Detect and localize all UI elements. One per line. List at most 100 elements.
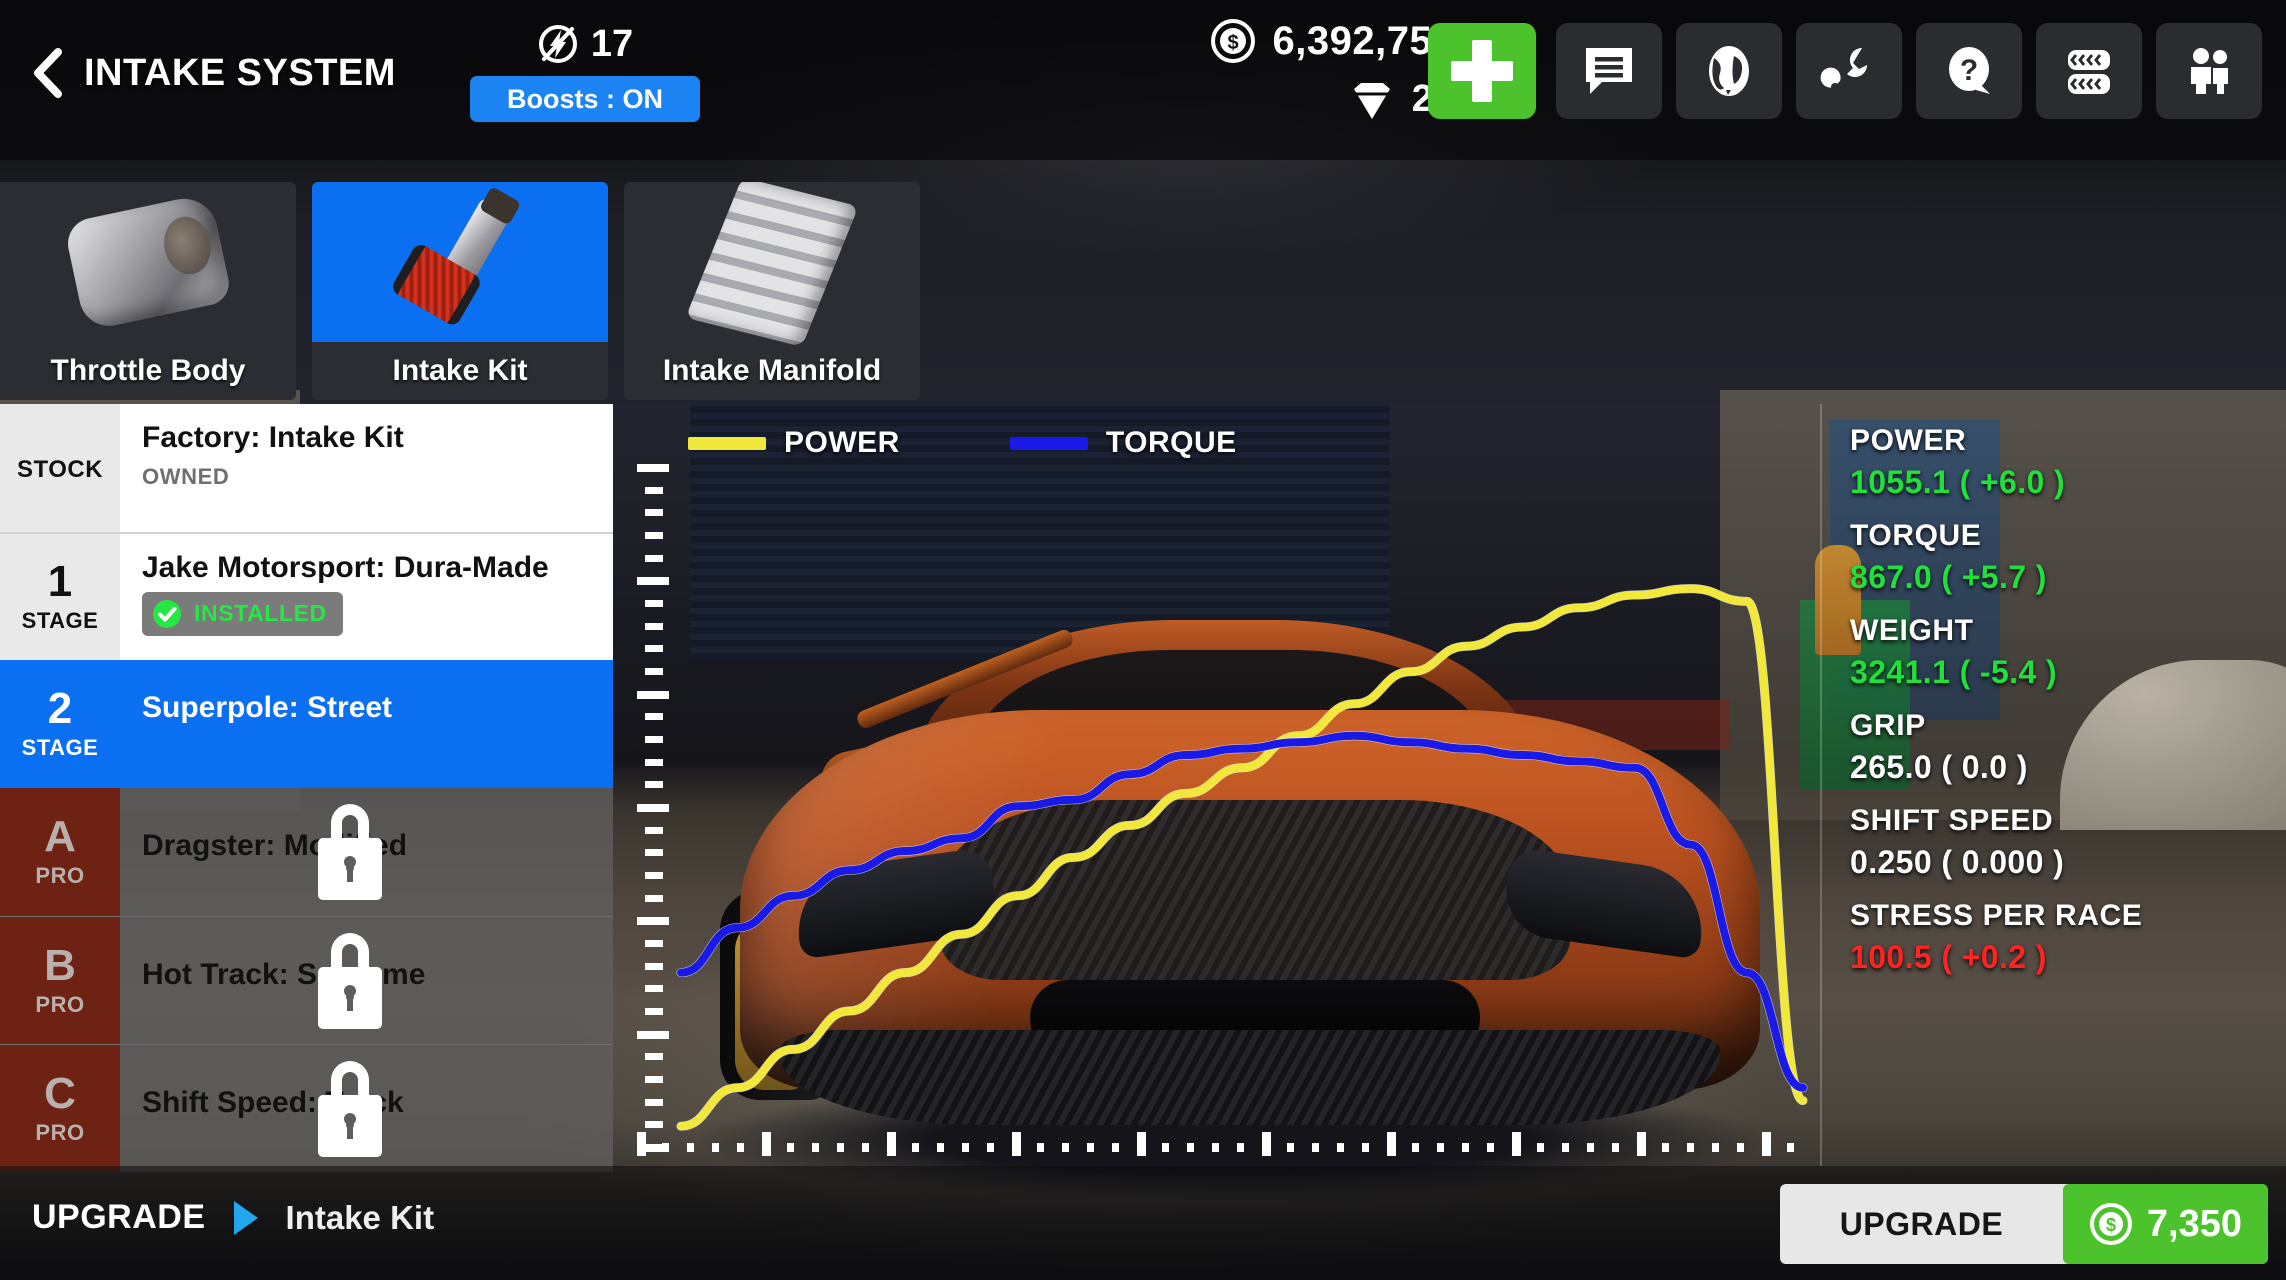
part-category-tabs: Throttle Body Intake Kit Intake Manifold [0,182,920,400]
row-info: Superpole: Street [120,660,613,788]
row-stage-tag: C PRO [0,1045,120,1172]
lock-icon [318,804,382,900]
row-stage-number: A [44,812,76,861]
cash-row: $ 6,392,753 [1095,12,1455,70]
throttle-body-icon [63,192,233,332]
intake-manifold-icon [685,182,859,347]
part-thumb [0,182,296,342]
row-stage-number: 1 [47,557,73,606]
lock-icon [318,1061,382,1157]
list-item[interactable]: 1 STAGE Jake Motorsport: Dura-Made INSTA… [0,532,613,660]
garage-button[interactable] [1796,23,1902,119]
status-badge: INSTALLED [142,591,343,636]
row-stage-tag: B PRO [0,917,120,1044]
list-item[interactable]: A PRO Dragster: Modified [0,788,613,916]
stat-label: STRESS PER RACE [1850,899,2143,932]
part-tab-throttle-body[interactable]: Throttle Body [0,182,296,400]
list-item[interactable]: C PRO Shift Speed: Track [0,1044,613,1172]
boost-bolt-icon [538,25,577,63]
triangle-right-icon [233,1200,258,1235]
row-stage-sub: PRO [35,863,85,888]
upgrade-list: STOCK Factory: Intake Kit OWNED 1 STAGE … [0,404,613,1172]
breadcrumb: UPGRADE Intake Kit [32,1198,434,1237]
part-tab-intake-manifold[interactable]: Intake Manifold [624,182,920,400]
part-tab-label: Intake Manifold [662,354,882,387]
boost-count: 17 [590,22,634,65]
tires-icon [2068,50,2110,94]
row-status: OWNED [142,463,230,489]
list-item[interactable]: 2 STAGE Superpole: Street [0,660,613,788]
list-item[interactable]: STOCK Factory: Intake Kit OWNED [0,404,613,532]
header-icon-buttons: ? [1556,23,2262,119]
row-part-name: Factory: Intake Kit [142,421,404,454]
row-stage-sub: STAGE [21,735,99,760]
row-stage-sub: PRO [35,1119,85,1145]
intake-kit-icon [378,182,543,344]
stat-grip: GRIP 265.0 ( 0.0 ) [1850,709,2286,786]
stat-label: WEIGHT [1850,614,1974,647]
currency-display: $ 6,392,753 20 [1095,12,1455,128]
upgrade-price-amount: 7,350 [2146,1202,2242,1245]
row-stage-number: C [44,1068,76,1118]
upgrade-button[interactable]: UPGRADE $ 7,350 [1780,1184,2268,1264]
part-tab-intake-kit[interactable]: Intake Kit [312,182,608,400]
row-stage-sub: PRO [35,991,85,1017]
lock-icon [318,933,382,1029]
stat-stress-per-race: STRESS PER RACE 100.5 ( +0.2 ) [1850,899,2286,976]
page-title: INTAKE SYSTEM [84,52,396,94]
row-stage-number: 2 [47,684,73,733]
curve-glow-power [676,584,1808,1131]
stat-label: GRIP [1850,709,1926,742]
crew-button[interactable] [2156,23,2262,119]
help-button[interactable]: ? [1916,23,2022,119]
row-stage-tag: 2 STAGE [0,660,120,788]
stat-power: POWER 1055.1 ( +6.0 ) [1850,424,2286,501]
row-info: Shift Speed: Track [120,1045,613,1172]
list-item[interactable]: B PRO Hot Track: Supreme [0,916,613,1044]
row-info: Hot Track: Supreme [120,917,613,1044]
chart-curves [676,584,1808,1131]
row-stage-tag: 1 STAGE [0,534,120,660]
row-part-name: Superpole: Street [142,691,393,724]
row-info: Factory: Intake Kit OWNED [120,404,613,532]
coin-dollar-icon: $ [2089,1203,2132,1245]
row-stage-tag: STOCK [0,404,120,532]
breadcrumb-upgrade-label: UPGRADE [32,1198,206,1236]
back-button[interactable] [28,48,68,98]
upgrade-button-label: UPGRADE [1839,1205,2004,1242]
world-button[interactable] [1676,23,1782,119]
stat-label: TORQUE [1850,519,1982,552]
curve-glow-torque [676,731,1808,1093]
row-stage-tag: A PRO [0,788,120,916]
chat-button[interactable] [1556,23,1662,119]
chevron-left-icon [34,48,62,98]
coin-dollar-icon: $ [1210,19,1255,63]
stat-value: 100.5 ( +0.2 ) [1850,939,2047,975]
stat-value: 867.0 ( +5.7 ) [1850,559,2047,595]
crew-people-icon [2191,48,2228,94]
gem-row: 20 [1095,70,1455,128]
stat-label: POWER [1850,424,1967,457]
svg-text:?: ? [1960,54,1978,87]
part-tab-label: Throttle Body [50,354,246,387]
check-circle-icon [153,599,181,628]
bottom-bar: UPGRADE Intake Kit UPGRADE $ 7,350 [0,1166,2286,1280]
boosts-toggle-button[interactable]: Boosts : ON [470,76,700,122]
plus-icon-vertical [1472,40,1492,102]
question-help-icon: ? [1949,47,1990,94]
top-bar: INTAKE SYSTEM 17 Boosts : ON $ 6,392,753 [0,0,2286,160]
stat-value: 3241.1 ( -5.4 ) [1850,654,2057,690]
globe-icon [1709,46,1749,96]
tires-button[interactable] [2036,23,2142,119]
status-badge-label: INSTALLED [194,600,327,626]
boost-count-row: 17 [470,16,700,72]
chat-icon [1586,48,1632,94]
add-currency-button[interactable] [1428,23,1536,119]
part-thumb [312,182,608,342]
row-info: Dragster: Modified [120,788,613,916]
stats-panel: POWER 1055.1 ( +6.0 ) TORQUE 867.0 ( +5.… [1820,404,2286,1166]
wrench-icon [1820,47,1868,91]
row-stage-sub: STOCK [16,456,104,483]
upgrade-price: $ 7,350 [2062,1184,2268,1264]
row-stage-number: B [44,940,76,990]
